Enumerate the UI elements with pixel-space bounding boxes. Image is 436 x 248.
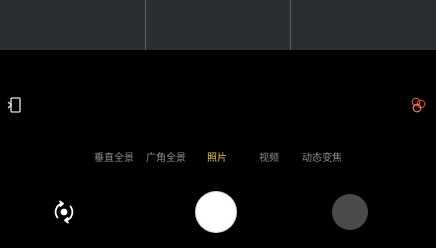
viewfinder-grid-cell xyxy=(0,0,145,50)
exit-icon-graphic xyxy=(7,97,21,113)
mode-video[interactable]: 视频 xyxy=(259,152,279,166)
mode-wide-panorama[interactable]: 广角全景 xyxy=(146,152,186,166)
mode-dynamic-zoom[interactable]: 动态变焦 xyxy=(302,152,342,166)
switch-camera-icon xyxy=(54,200,74,224)
filter-icon[interactable] xyxy=(410,96,428,114)
viewfinder-grid-cell xyxy=(144,0,291,50)
viewfinder-grid-cell xyxy=(290,0,436,50)
viewfinder-preview[interactable] xyxy=(0,0,436,50)
shutter-button[interactable] xyxy=(196,192,236,232)
switch-camera-button[interactable] xyxy=(48,196,80,228)
mode-vertical-panorama[interactable]: 垂直全景 xyxy=(94,152,134,166)
exit-icon[interactable] xyxy=(6,96,24,114)
filter-icon-graphic xyxy=(411,97,426,113)
gallery-thumbnail[interactable] xyxy=(332,194,368,230)
mode-photo[interactable]: 照片 xyxy=(207,152,227,166)
camera-screen: 垂直全景 广角全景 照片 视频 动态变焦 xyxy=(0,0,436,248)
mode-selector: 垂直全景 广角全景 照片 视频 动态变焦 xyxy=(0,152,436,168)
